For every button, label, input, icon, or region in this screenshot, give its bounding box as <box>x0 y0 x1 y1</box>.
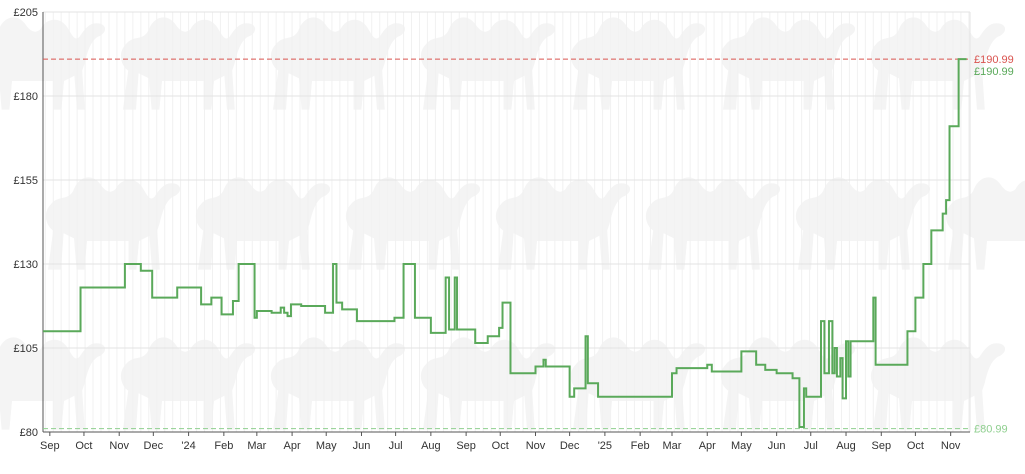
x-tick-label: Jul <box>804 440 818 452</box>
x-tick-label: Jun <box>768 440 786 452</box>
y-tick-label: £180 <box>14 91 38 103</box>
x-tick-label: '24 <box>181 440 195 452</box>
x-tick-label: Sep <box>456 440 476 452</box>
price-chart-svg: £80 £105 £130 £155 £180 £205 Sep Oct Nov Dec '24 Fe… <box>0 7 1025 452</box>
highest-price-label: £190.99 <box>974 54 1014 66</box>
x-tick-label: Nov <box>526 440 546 452</box>
lowest-price-label: £80.99 <box>974 424 1008 436</box>
x-tick-label: Oct <box>75 440 92 452</box>
y-tick-label: £205 <box>14 7 38 19</box>
camel-icon <box>420 337 556 430</box>
y-tick-label: £80 <box>20 427 38 439</box>
x-tick-label: Oct <box>492 440 509 452</box>
x-tick-label: Dec <box>144 440 164 452</box>
x-tick-label: May <box>316 440 337 452</box>
camel-icon <box>345 177 481 270</box>
camel-icon <box>795 177 931 270</box>
x-tick-label: '25 <box>598 440 612 452</box>
y-tick-label: £105 <box>14 343 38 355</box>
x-tick-label: Oct <box>907 440 924 452</box>
x-tick-label: Feb <box>631 440 650 452</box>
camel-icon <box>945 177 1025 270</box>
current-price-label: £190.99 <box>974 66 1014 78</box>
y-tick-label: £155 <box>14 175 38 187</box>
camel-icon <box>270 337 406 430</box>
x-tick-label: Aug <box>836 440 856 452</box>
x-tick-label: Jun <box>353 440 371 452</box>
camel-icon <box>870 337 1006 430</box>
x-tick-label: May <box>731 440 752 452</box>
x-tick-label: Nov <box>941 440 961 452</box>
x-tick-label: Aug <box>421 440 441 452</box>
x-tick-label: Nov <box>109 440 129 452</box>
x-tick-label: Feb <box>214 440 233 452</box>
x-tick-label: Mar <box>663 440 682 452</box>
x-tick-label: Sep <box>40 440 60 452</box>
x-tick-label: Sep <box>871 440 891 452</box>
x-tick-label: Dec <box>560 440 580 452</box>
y-tick-label: £130 <box>14 259 38 271</box>
camel-icon <box>195 177 331 270</box>
camel-watermark-layer <box>0 17 1025 430</box>
x-tick-label: Mar <box>247 440 266 452</box>
price-history-chart: £80 £105 £130 £155 £180 £205 Sep Oct Nov Dec '24 Fe… <box>0 0 1025 474</box>
x-tick-label: Apr <box>284 440 301 452</box>
x-tick-label: Apr <box>699 440 716 452</box>
camel-icon <box>45 177 181 270</box>
x-tick-label: Jul <box>389 440 403 452</box>
